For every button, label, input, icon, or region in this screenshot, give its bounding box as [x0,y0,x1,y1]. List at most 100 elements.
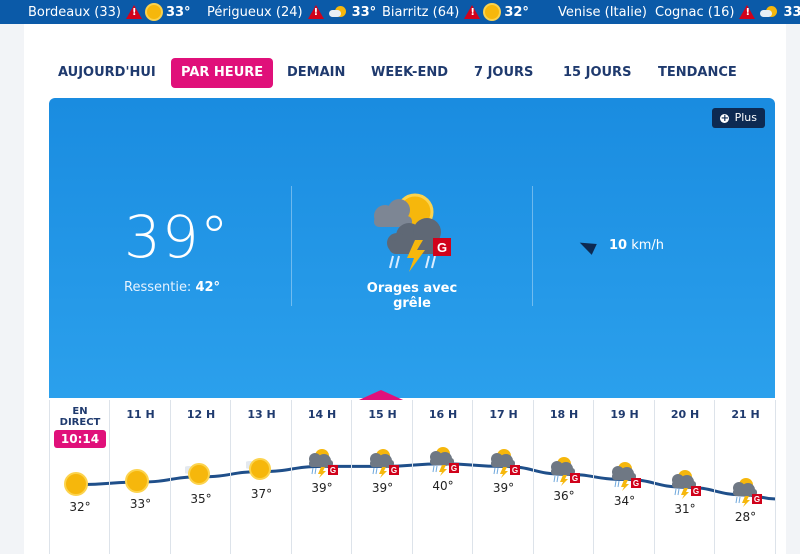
warning-icon [739,5,756,19]
hour-column[interactable]: EN DIRECT 10:14 32° [50,400,110,554]
hour-temperature: 39° [371,481,394,496]
hour-temperature: 37° [250,486,273,501]
condition-label: Orages avec grêle [366,281,458,311]
svg-text:G: G [330,466,336,475]
svg-text:G: G [511,466,517,475]
feels-like-value: 42° [195,280,221,295]
hour-column[interactable]: 14 H G 39° [292,400,352,554]
sun-cloud-icon [185,462,210,485]
feels-like: Ressentie: 42° [124,280,220,295]
warning-icon [464,5,481,19]
sun-icon [124,469,149,493]
tab-week-end[interactable]: WEEK-END [361,58,458,88]
ticker-temp: 33° [783,4,800,20]
svg-text:G: G [572,474,578,483]
ticker-item-cognac[interactable]: Cognac (16) 33° [655,0,800,24]
page-gutter-right [786,24,800,554]
sun-icon [485,5,500,19]
live-time-badge: 10:14 [54,430,106,448]
hour-column[interactable]: 21 H G 28° [716,400,776,554]
hour-temperature: 34° [613,494,636,509]
hour-label: 17 H [489,408,518,421]
svg-text:G: G [390,466,396,475]
hour-label: 12 H [186,408,216,421]
hour-label: 19 H [610,408,639,421]
hour-temperature: 36° [553,489,575,504]
plus-icon [719,109,729,129]
hour-temperature: 33° [129,497,152,511]
storm-hail-icon: G [732,478,762,507]
hourly-forecast: EN DIRECT 10:14 32° 11 H 33° 12 H 35° 13 H 37° 14 … [49,400,776,554]
live-label-line: EN [72,406,88,417]
forecast-tabs: AUJOURD'HUI PAR HEURE DEMAIN WEEK-END 7 … [48,56,768,90]
tab-aujourdhui[interactable]: AUJOURD'HUI [48,58,166,88]
divider [532,186,533,306]
storm-hail-icon: G [490,449,520,479]
svg-text:G: G [451,464,457,473]
wind-unit: km/h [631,238,665,253]
tab-par-heure[interactable]: PAR HEURE [171,58,274,88]
hour-column[interactable]: 18 H G 36° [534,400,594,554]
sun-icon [64,471,88,496]
tab-7-jours[interactable]: 7 JOURS [464,58,543,88]
hour-temperature: 28° [734,510,757,524]
wind-info: 10 km/h [577,236,665,255]
ticker-item-bordeaux[interactable]: Bordeaux (33) 33° [28,0,191,24]
hour-temperature: 31° [674,502,696,517]
svg-text:G: G [632,479,638,488]
feels-like-label: Ressentie: [124,280,192,295]
page-gutter-left [0,24,24,554]
ticker-item-venise[interactable]: Venise (Italie) [558,0,647,24]
hour-label: 11 H [126,408,155,421]
ticker-temp: 33° [351,4,377,20]
hour-label: 20 H [670,408,700,421]
hour-column[interactable]: 11 H 33° [111,400,171,554]
hour-label: 16 H [428,408,458,421]
hour-column[interactable]: 12 H 35° [171,400,231,554]
hour-column[interactable]: 20 H G 31° [655,400,715,554]
current-weather-panel: Plus 39° Ressentie: 42° G Orages avec gr… [49,98,775,398]
tab-demain[interactable]: DEMAIN [277,58,355,88]
storm-hail-icon: G [374,193,451,272]
svg-text:G: G [437,240,447,255]
tab-tendance[interactable]: TENDANCE [648,58,747,88]
hour-label: 18 H [549,408,579,421]
hour-column[interactable]: 13 H 37° [232,400,292,554]
wind-direction-icon [577,236,597,255]
warning-icon [307,5,324,19]
divider [291,186,292,306]
storm-hail-icon: G [551,457,580,487]
ticker-city: Périgueux (24) [207,4,303,20]
ticker-item-biarritz[interactable]: Biarritz (64) 32° [382,0,529,24]
plus-button[interactable]: Plus [711,108,765,129]
hour-label: 13 H [247,408,276,421]
live-label: EN DIRECT [50,406,110,428]
live-label-line: DIRECT [59,417,101,428]
svg-text:G: G [753,495,759,504]
hour-column[interactable]: 16 H G 40° [413,400,473,554]
hour-temperature: 39° [492,481,515,496]
hour-column[interactable]: 17 H G 39° [474,400,534,554]
wind-speed: 10 [609,238,628,253]
hour-temperature: 40° [432,478,454,493]
sun-cloud-icon [245,457,271,480]
ticker-temp: 33° [165,4,191,20]
tab-15-jours[interactable]: 15 JOURS [553,58,641,88]
storm-hail-icon: G [430,446,459,476]
ticker-city: Venise (Italie) [558,4,647,20]
storm-hail-icon: G [309,449,338,479]
hour-temperature: 32° [69,499,91,514]
current-temperature: 39° [124,203,230,271]
ticker-city: Bordeaux (33) [28,4,121,20]
cloud-sun-icon [328,6,347,18]
hour-column[interactable]: 15 H G 39° [353,400,413,554]
ticker-temp: 32° [504,4,529,20]
svg-text:G: G [693,487,699,496]
sun-icon [146,5,161,19]
ticker-city: Biarritz (64) [382,4,460,20]
storm-hail-icon: G [672,470,701,500]
plus-label: Plus [734,111,757,124]
hour-label: 21 H [731,408,760,421]
hour-column[interactable]: 19 H G 34° [595,400,655,554]
ticker-item-perigueux[interactable]: Périgueux (24) 33° [207,0,376,24]
